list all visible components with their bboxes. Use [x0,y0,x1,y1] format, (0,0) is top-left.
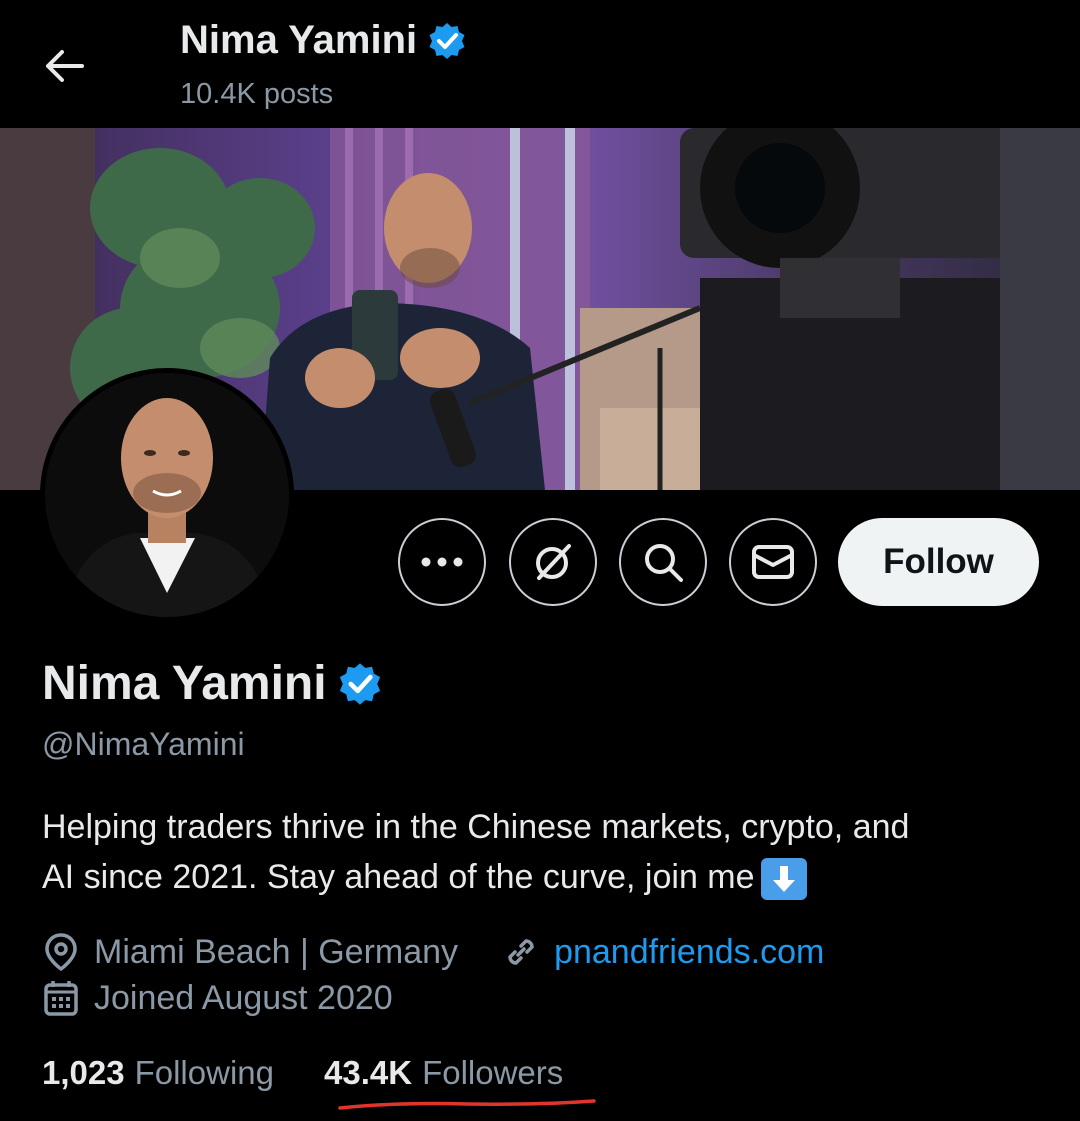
profile-name-row: Nima Yamini [42,656,383,711]
profile-joined-date: Joined August 2020 [94,978,393,1017]
profile-handle: @NimaYamini [42,726,245,762]
link-icon [508,939,534,965]
header-name: Nima Yamini [180,18,418,62]
search-button[interactable] [619,518,707,606]
location-pin-icon [45,933,77,972]
more-icon [421,557,463,567]
followers-count: 43.4K [324,1054,413,1091]
search-icon [645,544,683,582]
verified-badge-icon[interactable] [337,661,383,707]
follow-button[interactable]: Follow [838,518,1039,606]
message-icon [752,545,794,579]
message-button[interactable] [729,518,817,606]
profile-avatar[interactable] [40,368,294,622]
grok-icon [536,544,571,580]
red-underline-annotation [338,1099,596,1110]
top-bar: Nima Yamini 10.4K posts [0,0,1080,128]
following-count: 1,023 [42,1054,125,1091]
more-options-button[interactable] [398,518,486,606]
bio-line-2: AI since 2021. Stay ahead of the curve, … [42,858,755,896]
following-label: Following [134,1054,274,1091]
bio-line-2-row: AI since 2021. Stay ahead of the curve, … [42,852,1042,902]
post-count: 10.4K posts [180,78,334,110]
followers-stat[interactable]: 43.4K Followers [324,1054,563,1092]
header-title: Nima Yamini [180,18,467,63]
joined-row: Joined August 2020 [42,978,393,1018]
following-stat[interactable]: 1,023 Following [42,1054,274,1092]
profile-website-link[interactable]: pnandfriends.com [554,933,824,972]
profile-bio: Helping traders thrive in the Chinese ma… [42,802,1042,902]
calendar-icon [44,981,78,1016]
grok-button[interactable] [509,518,597,606]
follow-stats: 1,023 Following 43.4K Followers [42,1054,563,1092]
bio-line-1: Helping traders thrive in the Chinese ma… [42,808,910,846]
down-arrow-emoji-icon [760,858,807,900]
followers-label: Followers [422,1054,564,1091]
location-website-row: Miami Beach | Germany pnandfriends.com [42,932,824,972]
verified-badge-icon [429,22,465,59]
back-arrow-icon[interactable] [38,40,90,92]
profile-location: Miami Beach | Germany [94,932,459,971]
profile-name: Nima Yamini [42,657,327,710]
